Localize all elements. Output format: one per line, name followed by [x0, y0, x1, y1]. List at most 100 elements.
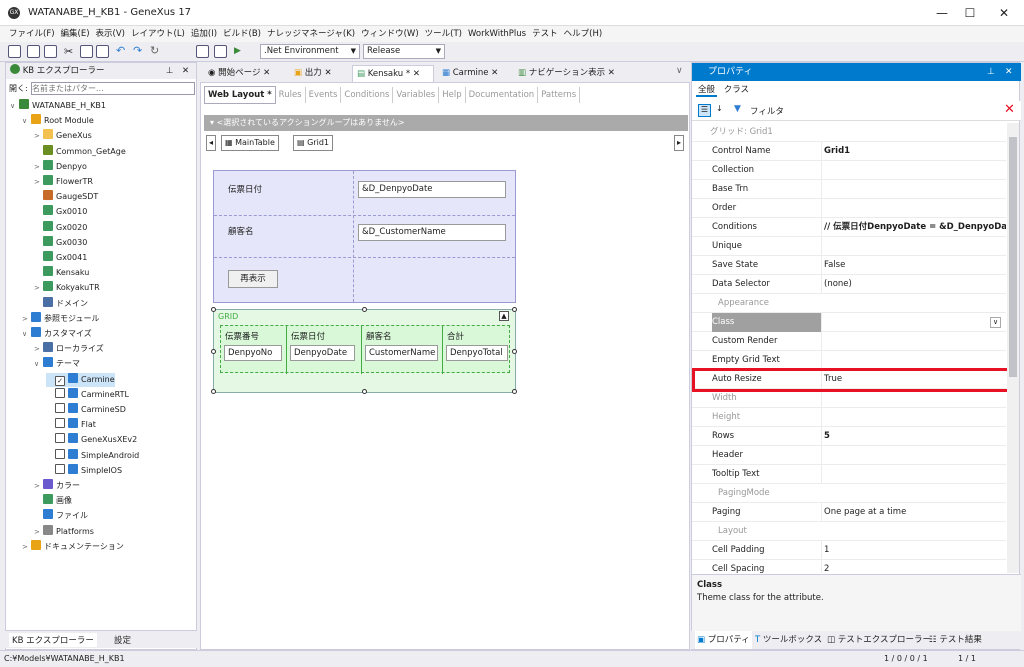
tree-item[interactable]: > Denpyo [34, 159, 87, 174]
tab-navigation[interactable]: ▥ ナビゲーション表示 ✕ [514, 65, 624, 82]
customer-name-field[interactable]: &D_CustomerName [358, 224, 506, 241]
expander-icon[interactable]: > [34, 525, 43, 539]
property-row[interactable]: Header [692, 446, 1006, 465]
tab-class[interactable]: クラス [720, 85, 753, 95]
tab-toolbox[interactable]: T ツールボックス [755, 631, 822, 649]
subtab[interactable]: Patterns [538, 87, 581, 103]
tree-item[interactable]: SimpleAndroid [46, 448, 139, 463]
expander-icon[interactable]: > [34, 342, 43, 356]
tree-item[interactable]: > 参照モジュール [22, 311, 99, 326]
close-panel-icon[interactable]: ✕ [182, 63, 189, 79]
subtab[interactable]: Variables [393, 87, 440, 103]
tree-item[interactable]: > カラー [34, 479, 80, 493]
alphabetical-icon[interactable]: ↓ [716, 104, 723, 113]
grid-cell[interactable]: CustomerName [365, 345, 438, 361]
tab-start-page[interactable]: ◉ 開始ページ ✕ [204, 65, 286, 82]
expander-icon[interactable]: > [22, 540, 31, 554]
property-row[interactable]: PagingMode [692, 484, 1006, 503]
checkbox[interactable] [55, 387, 65, 398]
menu-item[interactable]: レイアウト(L) [128, 26, 188, 42]
property-row[interactable]: Unique [692, 237, 1006, 256]
property-row[interactable]: Control Name Grid1 [692, 142, 1006, 161]
resize-handle[interactable] [211, 389, 216, 394]
property-row[interactable]: Layout [692, 522, 1006, 541]
grid-column[interactable]: 合計 DenpyoTotal [443, 326, 511, 374]
property-value[interactable]: False [824, 256, 1006, 275]
tree-item[interactable]: Gx0041 [34, 251, 87, 265]
environment-select[interactable]: .Net Environment ▼ [260, 44, 360, 59]
tree-item[interactable]: ∨ Root Module [22, 114, 94, 128]
checkbox[interactable]: ✓ [55, 375, 65, 386]
tab-carmine[interactable]: ▦ Carmine ✕ [438, 65, 510, 82]
property-value[interactable] [824, 180, 1006, 199]
subtab[interactable]: Help [439, 87, 466, 103]
refresh-icon[interactable]: ↻ [150, 44, 159, 57]
menu-item[interactable]: ナレッジマネージャ(K) [264, 26, 358, 42]
filter-icon[interactable]: ▼ [734, 104, 741, 114]
expander-icon[interactable]: ∨ [22, 327, 31, 341]
property-value[interactable] [824, 161, 1006, 180]
expander-icon[interactable]: ∨ [10, 99, 19, 113]
new-object-icon[interactable] [8, 45, 21, 58]
property-value[interactable] [824, 332, 1006, 351]
tree-item[interactable]: Common_GetAge [34, 144, 126, 159]
expander-icon[interactable]: > [22, 312, 31, 326]
menu-item[interactable]: WorkWithPlus [465, 26, 529, 42]
close-window-button[interactable]: ✕ [990, 4, 1018, 22]
property-row[interactable]: Class ∨ [692, 313, 1006, 332]
tree-item[interactable]: ドメイン [34, 296, 88, 311]
property-row[interactable]: Data Selector (none) [692, 275, 1006, 294]
property-value[interactable] [824, 446, 1006, 465]
grid-cell[interactable]: DenpyoNo [224, 345, 282, 361]
grid-column[interactable]: 伝票日付 DenpyoDate [287, 326, 362, 374]
tree-item[interactable]: ∨ カスタマイズ [22, 327, 92, 341]
expander-icon[interactable]: > [34, 175, 43, 189]
categorized-icon[interactable]: ☰ [698, 104, 711, 117]
denpyo-date-label[interactable]: 伝票日付 [228, 183, 262, 195]
menu-item[interactable]: ヘルプ(H) [561, 26, 606, 42]
breadcrumb-left-arrow[interactable]: ◂ [206, 135, 216, 151]
menu-item[interactable]: ツール(T) [422, 26, 465, 42]
resize-handle[interactable] [512, 349, 517, 354]
tree-item[interactable]: ファイル [34, 509, 88, 523]
property-row[interactable]: Collection [692, 161, 1006, 180]
tab-kb-explorer[interactable]: KB エクスプローラー [9, 633, 97, 647]
expander-icon[interactable]: > [34, 129, 43, 143]
property-value[interactable]: One page at a time [824, 503, 1006, 522]
property-value[interactable]: (none) [824, 275, 1006, 294]
build-icon[interactable] [196, 45, 209, 58]
menu-item[interactable]: テスト [529, 26, 561, 42]
redo-icon[interactable]: ↷ [133, 44, 142, 57]
grid-column[interactable]: 顧客名 CustomerName [362, 326, 443, 374]
clear-filter-icon[interactable]: ✕ [1004, 102, 1015, 117]
property-row[interactable]: Custom Render [692, 332, 1006, 351]
move-up-icon[interactable]: ▲ [499, 311, 509, 321]
menu-item[interactable]: ウィンドウ(W) [358, 26, 422, 42]
tree-item[interactable]: GeneXusXEv2 [46, 433, 137, 447]
tree-item[interactable]: > ドキュメンテーション [22, 539, 124, 554]
subtab[interactable]: Documentation [466, 87, 539, 103]
tree-item[interactable]: CarmineRTL [46, 387, 129, 402]
grid-cell[interactable]: DenpyoTotal [446, 345, 508, 361]
breadcrumb-grid1[interactable]: ▤ Grid1 [293, 135, 333, 151]
tab-settings[interactable]: 設定 [111, 633, 134, 647]
rebuild-icon[interactable] [214, 45, 227, 58]
checkbox[interactable] [55, 463, 65, 474]
property-row[interactable]: Rows 5 [692, 427, 1006, 446]
tree-item[interactable]: GaugeSDT [34, 190, 98, 204]
tree-item[interactable]: > Platforms [34, 524, 94, 539]
checkbox[interactable] [55, 433, 65, 444]
subtab[interactable]: Web Layout * [204, 86, 276, 104]
tab-test-results[interactable]: ☷ テスト結果 [929, 631, 982, 649]
breadcrumb-maintable[interactable]: ▦ MainTable [221, 135, 279, 151]
chevron-down-icon[interactable]: ∨ [990, 317, 1001, 328]
tab-test-explorer[interactable]: ◫ テストエクスプローラー [827, 631, 931, 649]
property-row[interactable]: Conditions// 伝票日付DenpyoDate = &D_DenpyoD… [692, 218, 1006, 237]
property-value[interactable] [824, 199, 1006, 218]
resize-handle[interactable] [211, 307, 216, 312]
resize-handle[interactable] [512, 389, 517, 394]
menu-item[interactable]: ビルド(B) [220, 26, 264, 42]
expander-icon[interactable]: ∨ [22, 114, 31, 128]
tree-item[interactable]: ✓ Carmine [46, 372, 115, 387]
properties-scrollbar[interactable] [1007, 123, 1019, 573]
